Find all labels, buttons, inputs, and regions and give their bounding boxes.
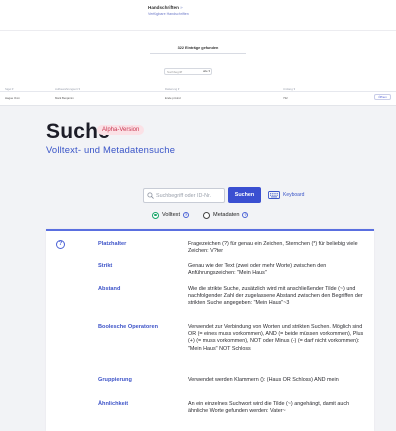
table-cell: Mark Benjamin: [55, 96, 74, 100]
help-icon[interactable]: ?: [242, 212, 249, 218]
help-term: Strikt: [98, 263, 113, 269]
column-header[interactable]: Sigel ▾: [5, 87, 13, 91]
keyboard-label: Keyboard: [283, 192, 305, 198]
search-icon: [147, 192, 154, 199]
breadcrumb: Handschriften »: [148, 5, 183, 10]
help-description: Verwendet werden Klammern (): (Haus OR S…: [188, 377, 339, 383]
radio-label: Metadaten: [213, 212, 240, 218]
search-button[interactable]: Suchen: [228, 187, 261, 203]
results-page-preview: Handschriften » Verfügbare Handschriften…: [0, 0, 396, 106]
results-table-header: Sigel ▾ Aufbewahrungsort ▾ Datierung ▾ U…: [0, 84, 396, 92]
search-input[interactable]: [143, 188, 225, 203]
breadcrumb-arrow: »: [180, 5, 183, 10]
help-description: Fragezeichen (?) für genau ein Zeichen, …: [188, 241, 358, 255]
table-row[interactable]: Hague Oxm Mark Benjamin Ende pr.kind 732…: [0, 93, 396, 102]
help-description: Verwendet zur Verbindung von Worten und …: [188, 324, 364, 352]
keyboard-icon: [268, 191, 280, 199]
help-term: Platzhalter: [98, 241, 127, 247]
help-description: An ein einzelnes Suchwort wird die Tilde…: [188, 401, 350, 415]
results-filter-select[interactable]: alle ▾: [203, 69, 210, 73]
divider: [150, 53, 246, 54]
help-term: Ähnlichkeit: [98, 401, 129, 407]
help-description: Wie die strikte Suche, zusätzlich wird m…: [188, 286, 363, 307]
status-badge: Alpha-Version: [97, 125, 145, 135]
results-count: 322 Einträge gefunden: [177, 46, 219, 50]
help-description: Genau wie der Text (zwei oder mehr Worte…: [188, 263, 327, 277]
help-term: Abstand: [98, 286, 121, 292]
help-icon: ?: [56, 240, 65, 249]
table-cell: Hague Oxm: [5, 96, 20, 100]
radio-label: Volltext: [162, 212, 181, 218]
radio-button-checked[interactable]: [152, 211, 159, 219]
radio-volltext[interactable]: Volltext ?: [152, 211, 190, 219]
results-header: Handschriften » Verfügbare Handschriften: [0, 0, 396, 31]
search-page: Suche Alpha-Version Volltext- und Metada…: [0, 106, 396, 431]
radio-button-unchecked[interactable]: [203, 211, 211, 219]
breadcrumb-title[interactable]: Handschriften: [148, 5, 179, 10]
search-mode-radio-group: Volltext ? Metadaten ?: [152, 210, 262, 220]
column-header[interactable]: Aufbewahrungsort ▾: [55, 87, 80, 91]
breadcrumb-subtitle: Verfügbare Handschriften: [148, 12, 189, 16]
help-term: Boolesche Operatoren: [98, 324, 158, 330]
column-header[interactable]: Umfang ▾: [283, 87, 295, 91]
search-help-card: ? Platzhalter Fragezeichen (?) für genau…: [46, 229, 374, 431]
keyboard-button[interactable]: Keyboard: [268, 190, 304, 200]
help-term: Gruppierung: [98, 377, 132, 383]
radio-metadaten[interactable]: Metadaten ?: [203, 211, 249, 219]
column-header[interactable]: Datierung ▾: [165, 87, 179, 91]
help-icon[interactable]: ?: [183, 212, 190, 218]
table-cell: 732: [283, 96, 288, 100]
page-subtitle: Volltext- und Metadatensuche: [46, 144, 176, 155]
table-cell: Ende pr.kind: [165, 96, 181, 100]
open-button[interactable]: Öffnen: [374, 94, 391, 100]
